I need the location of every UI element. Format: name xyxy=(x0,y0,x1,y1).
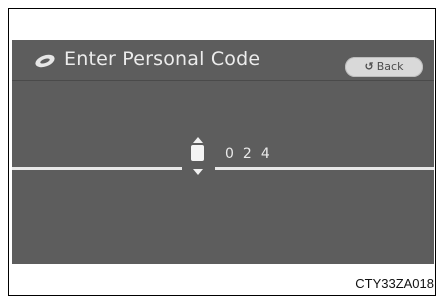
digit-stepper[interactable] xyxy=(187,136,209,176)
code-digit: 4 xyxy=(260,146,270,162)
code-line-right xyxy=(215,167,434,170)
page-title: Enter Personal Code xyxy=(64,48,261,70)
code-line-left xyxy=(12,167,182,170)
chevron-down-icon xyxy=(193,169,203,175)
return-arrow-icon: ↺ xyxy=(364,60,374,73)
digit-cursor[interactable] xyxy=(191,145,204,161)
header-divider xyxy=(12,80,434,81)
key-icon xyxy=(35,54,55,68)
code-digit: 0 xyxy=(225,146,234,162)
entered-digits: 024 xyxy=(225,146,279,162)
back-button[interactable]: ↺ Back xyxy=(345,57,423,77)
code-digit: 2 xyxy=(242,146,252,162)
back-button-label: Back xyxy=(376,60,404,73)
chevron-up-icon xyxy=(193,137,203,143)
figure-code: CTY33ZA018 xyxy=(355,276,434,291)
display-screen: Enter Personal Code ↺ Back 024 xyxy=(12,40,434,264)
